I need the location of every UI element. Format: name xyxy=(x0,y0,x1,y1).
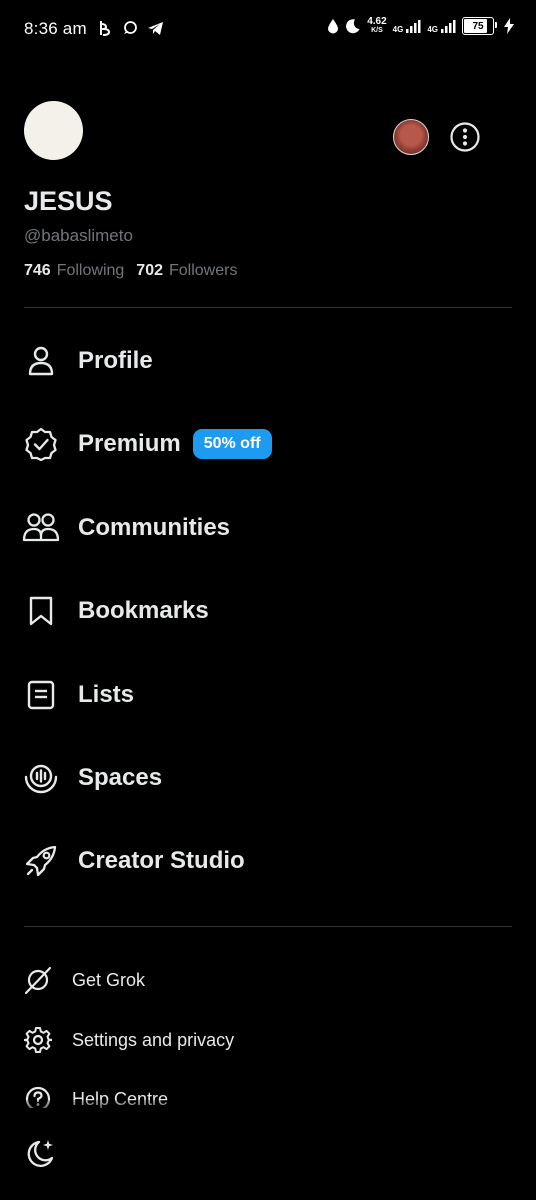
charging-bolt-icon xyxy=(504,18,514,34)
follow-stats: 746 Following 702 Followers xyxy=(24,262,237,280)
communities-icon xyxy=(22,509,60,547)
menu-item-get-grok[interactable]: Get Grok xyxy=(22,963,145,997)
followers-link[interactable]: 702 Followers xyxy=(136,262,237,280)
nav-item-creator-studio[interactable]: Creator Studio xyxy=(22,841,245,881)
theme-toggle-button[interactable] xyxy=(22,1136,58,1172)
grok-icon xyxy=(22,964,54,996)
signal-bars-icon xyxy=(441,20,456,33)
account-switcher-avatar[interactable] xyxy=(393,119,429,155)
moon-icon xyxy=(345,18,361,34)
moon-sparkle-icon xyxy=(27,1140,54,1168)
signal-sim2: 4G xyxy=(427,18,456,34)
signal-sim1: 4G xyxy=(393,18,422,34)
spaces-icon xyxy=(22,759,60,797)
more-vertical-icon xyxy=(450,122,480,152)
profile-name: JESUS xyxy=(24,186,113,216)
bookmark-icon xyxy=(22,592,60,630)
battery-indicator: 75 xyxy=(462,17,497,35)
divider xyxy=(24,307,512,308)
nav-item-lists[interactable]: Lists xyxy=(22,675,134,715)
scroll-fade xyxy=(0,1100,536,1120)
nav-item-communities[interactable]: Communities xyxy=(22,508,230,548)
discount-badge[interactable]: 50% off xyxy=(192,429,272,459)
telegram-icon xyxy=(147,21,164,36)
divider xyxy=(24,926,512,927)
b-app-icon xyxy=(99,20,113,36)
avatar[interactable] xyxy=(24,101,83,160)
water-drop-icon xyxy=(327,18,339,34)
nav-item-premium[interactable]: Premium 50% off xyxy=(22,424,272,464)
status-bar: 8:36 am 4.62 K/S 4G 4G 75 xyxy=(0,0,536,60)
verified-badge-icon xyxy=(22,425,60,463)
person-icon xyxy=(22,342,60,380)
following-link[interactable]: 746 Following xyxy=(24,262,124,280)
status-system-icons: 4.62 K/S 4G 4G 75 xyxy=(327,17,514,35)
nav-item-spaces[interactable]: Spaces xyxy=(22,758,162,798)
profile-handle: @babaslimeto xyxy=(24,226,133,245)
menu-item-settings[interactable]: Settings and privacy xyxy=(22,1023,234,1057)
status-notification-icons xyxy=(99,20,164,36)
rocket-icon xyxy=(22,842,60,880)
signal-bars-icon xyxy=(406,20,421,33)
list-icon xyxy=(22,676,60,714)
nav-item-bookmarks[interactable]: Bookmarks xyxy=(22,591,209,631)
chat-bubble-icon xyxy=(122,20,138,36)
gear-icon xyxy=(22,1024,54,1056)
nav-item-profile[interactable]: Profile xyxy=(22,341,153,381)
net-speed: 4.62 K/S xyxy=(367,16,387,35)
status-time: 8:36 am xyxy=(24,19,87,38)
more-options-button[interactable] xyxy=(449,121,481,153)
